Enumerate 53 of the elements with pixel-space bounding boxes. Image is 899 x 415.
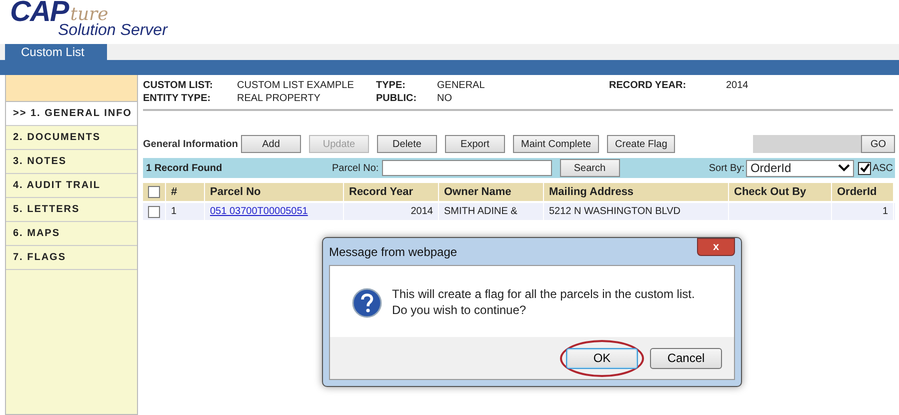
column-header: Owner Name (439, 183, 544, 201)
parcel-link[interactable]: 051 03700T00005051 (210, 206, 308, 217)
chevron-icon (838, 164, 850, 172)
info-value: 2014 (726, 80, 750, 92)
table-cell: 2014 (410, 206, 433, 217)
info-value: REAL PROPERTY (237, 93, 322, 105)
info-value: CUSTOM LIST EXAMPLE (237, 80, 355, 92)
column-header: # (166, 183, 205, 201)
column-header: OrderId (832, 183, 894, 201)
sort-dropdown[interactable]: OrderId (746, 160, 854, 176)
search-button[interactable]: Search (560, 159, 620, 177)
dialog-button[interactable]: OK (566, 348, 638, 368)
info-label: RECORD YEAR: (609, 80, 688, 92)
table-cell: 1 (882, 206, 888, 217)
tab[interactable]: Custom List (5, 44, 107, 60)
select-all-checkbox[interactable] (148, 186, 160, 198)
table-cell: 1 (171, 206, 177, 217)
info-label: TYPE: (376, 80, 406, 92)
toolbar-button[interactable]: Maint Complete (513, 135, 600, 153)
go-button[interactable]: GO (861, 135, 895, 153)
section-label: General Information (143, 138, 240, 150)
dialog-title: Message from webpage (329, 244, 458, 258)
column-header: Check Out By (729, 183, 832, 201)
dialog-button[interactable]: Cancel (650, 348, 722, 368)
column-header: Parcel No (205, 183, 344, 201)
info-label: ENTITY TYPE: (143, 93, 212, 105)
row-checkbox[interactable] (148, 206, 160, 218)
asc-label: ASC (872, 162, 893, 174)
nav-item[interactable]: >> 1. GENERAL INFO (6, 102, 137, 126)
record-count: 1 Record Found (145, 162, 224, 174)
toolbar-button[interactable]: Add (241, 135, 301, 153)
column-header: Mailing Address (544, 183, 729, 201)
toolbar-button[interactable]: Create Flag (607, 135, 676, 153)
close-button[interactable]: x (697, 238, 735, 256)
logo-text: CAP (10, 0, 68, 24)
table-cell: 5212 N WASHINGTON BLVD (549, 206, 681, 217)
go-field[interactable]: GO (753, 135, 895, 153)
column-header: Record Year (344, 183, 439, 201)
parcel-field[interactable] (382, 160, 552, 176)
dialog-message: This will create a flag for all the parcels in the custom list. Do you wish to continue? (392, 286, 696, 318)
info-value: NO (437, 93, 453, 105)
logo-subtitle: Solution Server (58, 22, 169, 39)
info-label: PUBLIC: (376, 93, 418, 105)
table-cell: SMITH ADINE & (444, 206, 518, 217)
parcel-label: Parcel No: (332, 162, 379, 174)
toolbar-button[interactable]: Delete (377, 135, 437, 153)
toolbar-button[interactable]: Export (445, 135, 505, 153)
asc-checkbox[interactable] (858, 162, 872, 174)
info-label: CUSTOM LIST: (143, 80, 214, 92)
logo-script-text: ture (70, 6, 108, 24)
question-icon (352, 288, 382, 318)
sort-label: Sort By: (708, 162, 744, 174)
info-value: GENERAL (437, 80, 486, 92)
